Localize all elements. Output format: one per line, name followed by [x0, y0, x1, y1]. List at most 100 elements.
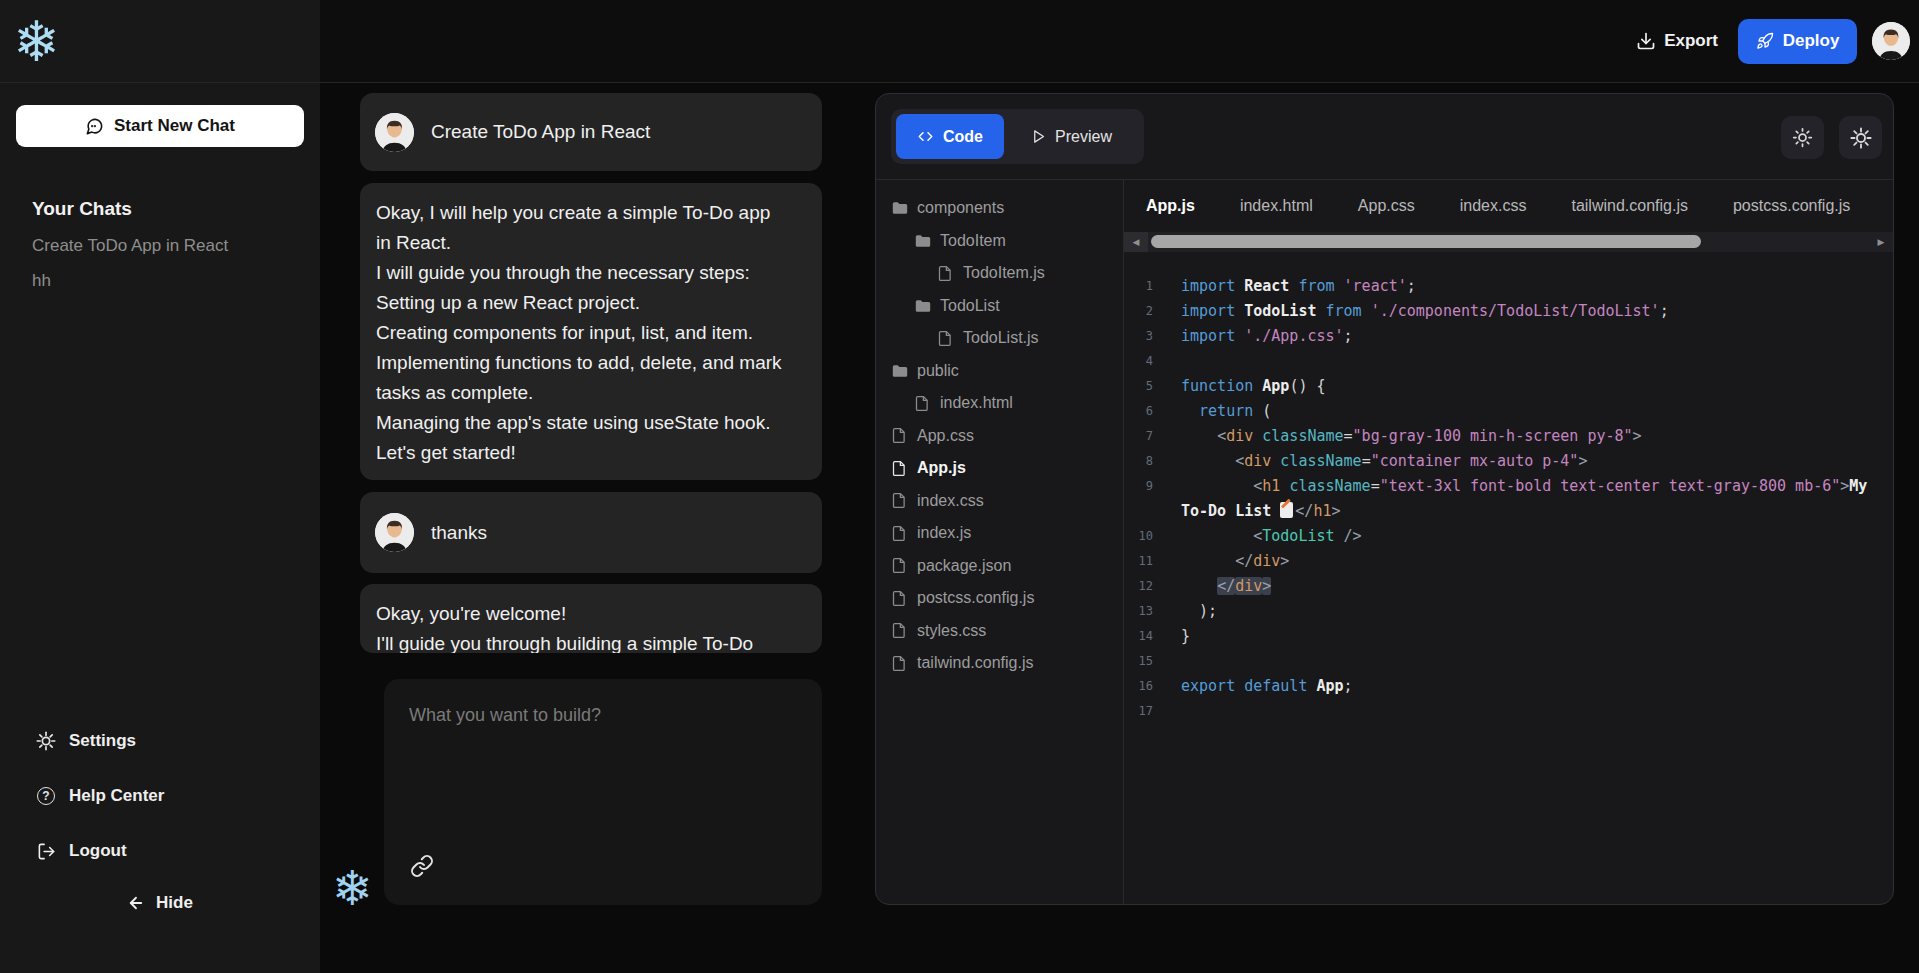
tree-item-label: public [917, 362, 959, 380]
code-line: 14} [1124, 624, 1893, 649]
deploy-button[interactable]: Deploy [1738, 19, 1857, 64]
file-tab-App.css[interactable]: App.css [1358, 197, 1415, 215]
code-line: 15 [1124, 649, 1893, 674]
file-tab-index.css[interactable]: index.css [1460, 197, 1527, 215]
line-number: 2 [1124, 299, 1153, 324]
help-icon: ? [36, 786, 56, 806]
line-number: 7 [1124, 424, 1153, 449]
tree-item-label: TodoItem.js [963, 264, 1045, 282]
start-new-chat-label: Start New Chat [114, 116, 235, 136]
file-tab-postcss.config.js[interactable]: postcss.config.js [1733, 197, 1850, 215]
editor-panel-header: CodePreview [876, 94, 1893, 180]
scrollbar-thumb[interactable] [1151, 235, 1701, 248]
code-line: 16export default App; [1124, 674, 1893, 699]
header-divider [0, 82, 1919, 83]
view-tab-preview[interactable]: Preview [1004, 114, 1139, 159]
assistant-message-line: I'll guide you through building a simple… [376, 629, 786, 653]
code-icon [917, 129, 934, 144]
tree-item-index.js[interactable]: index.js [876, 517, 1123, 550]
file-tab-App.js[interactable]: App.js [1146, 197, 1195, 215]
sidebar-menu-help-center[interactable]: ?Help Center [36, 783, 296, 809]
tree-item-label: postcss.config.js [917, 589, 1034, 607]
code-line: 10 <TodoList /> [1124, 524, 1893, 549]
user-message: thanks [360, 492, 822, 573]
theme-brightness-button[interactable] [1781, 116, 1824, 159]
tree-item-TodoItem.js[interactable]: TodoItem.js [876, 257, 1123, 290]
gear-icon [1850, 127, 1872, 149]
tree-item-postcss.config.js[interactable]: postcss.config.js [876, 582, 1123, 615]
code-line: 3import './App.css'; [1124, 324, 1893, 349]
code-editor: App.js index.html App.css index.css tailwind… [1124, 180, 1893, 904]
file-icon [915, 395, 932, 412]
attach-link-icon[interactable] [410, 854, 434, 878]
tree-item-App.css[interactable]: App.css [876, 420, 1123, 453]
sidebar-chat-item[interactable]: hh [32, 270, 302, 292]
tree-item-index.css[interactable]: index.css [876, 485, 1123, 518]
user-message-text: thanks [431, 522, 487, 544]
tree-item-App.js[interactable]: App.js [876, 452, 1123, 485]
code-line: 1import React from 'react'; [1124, 274, 1893, 299]
scroll-right-arrow[interactable]: ▶ [1869, 232, 1893, 252]
folder-icon [892, 200, 909, 217]
code-line: 12 </div> [1124, 574, 1893, 599]
sidebar-menu-label: Settings [69, 731, 136, 751]
line-number: 10 [1124, 524, 1153, 549]
tree-item-label: App.js [917, 459, 966, 477]
folder-icon [915, 297, 932, 314]
view-tab-code[interactable]: Code [896, 114, 1004, 159]
hide-sidebar-button[interactable]: Hide [0, 893, 320, 913]
arrow-left-icon [127, 894, 145, 912]
memo-emoji-icon [1280, 502, 1293, 518]
start-new-chat-button[interactable]: Start New Chat [16, 105, 304, 147]
sidebar-chat-item[interactable]: Create ToDo App in React [32, 235, 302, 257]
tree-item-styles.css[interactable]: styles.css [876, 615, 1123, 648]
user-message-avatar [375, 113, 414, 152]
sidebar: ❄ Start New Chat Your Chats Create ToDo … [0, 0, 320, 973]
sidebar-menu-settings[interactable]: Settings [36, 728, 296, 754]
snowflake-decoration-icon: ❄ [332, 860, 372, 916]
editor-panel: CodePreview components TodoItem TodoItem.j… [875, 93, 1894, 905]
sidebar-menu-label: Logout [69, 841, 127, 861]
chat-input[interactable] [409, 705, 799, 835]
user-avatar[interactable] [1872, 22, 1910, 60]
file-icon [938, 330, 955, 347]
sidebar-menu-logout[interactable]: Logout [36, 838, 296, 864]
file-tab-tailwind.config.js[interactable]: tailwind.config.js [1571, 197, 1688, 215]
line-number: 17 [1124, 699, 1153, 724]
file-icon [892, 492, 909, 509]
code-line: 9 <h1 className="text-3xl font-bold text… [1124, 474, 1893, 499]
assistant-message-line: Okay, I will help you create a simple To… [376, 198, 786, 258]
file-icon [892, 525, 909, 542]
line-number: 15 [1124, 649, 1153, 674]
line-number: 11 [1124, 549, 1153, 574]
code-line: To-Do List </h1> [1124, 499, 1893, 524]
tree-item-package.json[interactable]: package.json [876, 550, 1123, 583]
tree-item-index.html[interactable]: index.html [876, 387, 1123, 420]
line-number: 13 [1124, 599, 1153, 624]
tree-item-TodoList.js[interactable]: TodoList.js [876, 322, 1123, 355]
download-icon [1636, 31, 1656, 51]
file-tab-index.html[interactable]: index.html [1240, 197, 1313, 215]
tree-item-components[interactable]: components [876, 192, 1123, 225]
hide-label: Hide [156, 893, 193, 913]
editor-settings-button[interactable] [1839, 116, 1882, 159]
tree-item-public[interactable]: public [876, 355, 1123, 388]
tree-item-label: index.css [917, 492, 984, 510]
scroll-left-arrow[interactable]: ◀ [1124, 232, 1148, 252]
tree-item-TodoItem[interactable]: TodoItem [876, 225, 1123, 258]
export-button[interactable]: Export [1636, 31, 1718, 51]
line-number: 1 [1124, 274, 1153, 299]
tree-item-label: components [917, 199, 1004, 217]
file-icon [892, 590, 909, 607]
deploy-label: Deploy [1783, 31, 1840, 51]
view-toggle: CodePreview [891, 109, 1144, 164]
code-area[interactable]: 1import React from 'react';2import TodoL… [1124, 252, 1893, 904]
line-number: 3 [1124, 324, 1153, 349]
rocket-icon [1756, 32, 1774, 50]
tree-item-tailwind.config.js[interactable]: tailwind.config.js [876, 647, 1123, 680]
chat-list: Create ToDo App in React hh [32, 235, 302, 305]
tree-item-TodoList[interactable]: TodoList [876, 290, 1123, 323]
line-number: 8 [1124, 449, 1153, 474]
code-line: 2import TodoList from './components/Todo… [1124, 299, 1893, 324]
assistant-message-line: Okay, you're welcome! [376, 599, 786, 629]
